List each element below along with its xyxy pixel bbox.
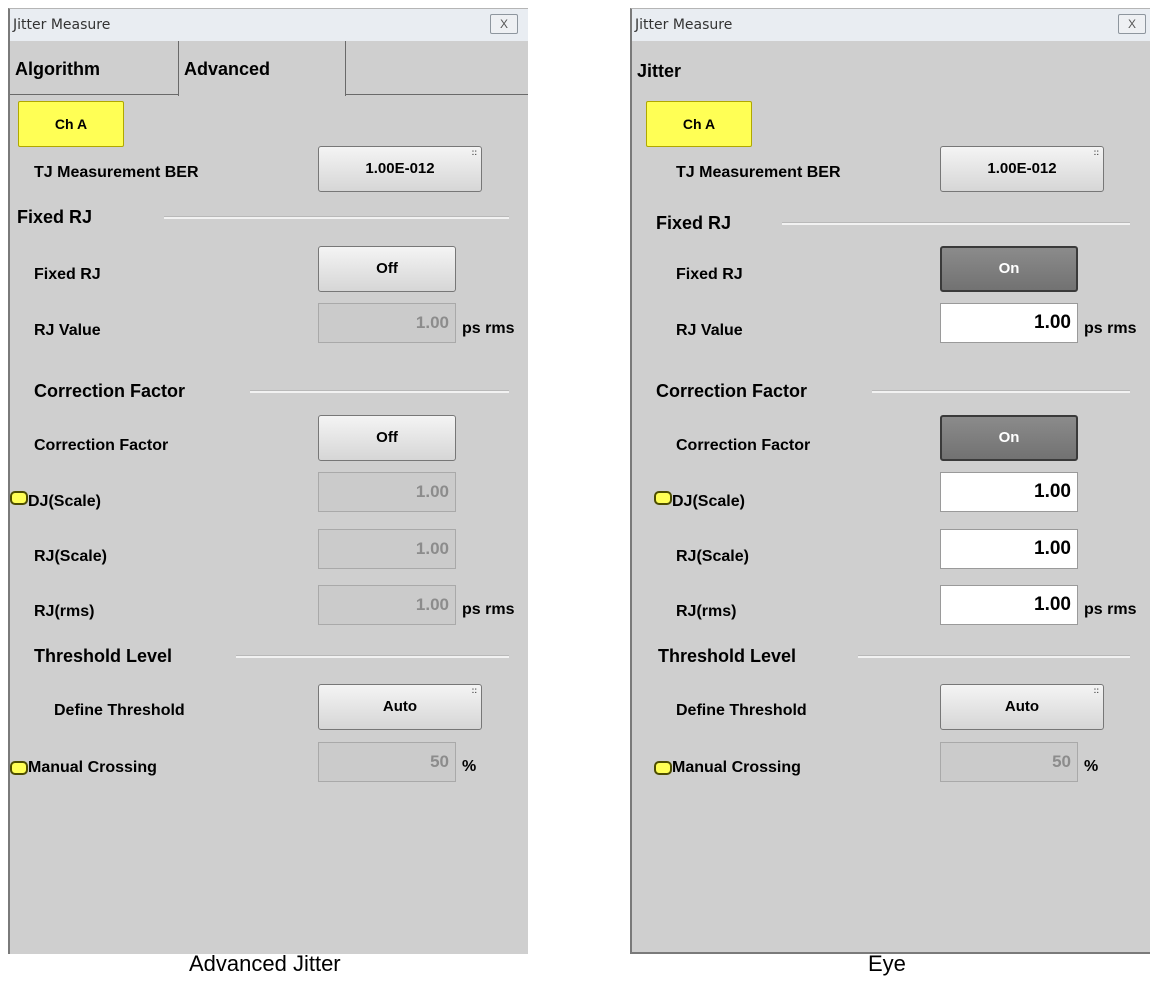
tj-ber-label: TJ Measurement BER: [676, 164, 841, 181]
menu-dots-icon: ::: [1093, 148, 1099, 157]
rj-scale-field: 1.00: [318, 529, 456, 569]
define-threshold-button[interactable]: Auto ::: [940, 684, 1104, 730]
rj-rms-field: 1.00: [318, 585, 456, 625]
correction-factor-section-title: Correction Factor: [34, 381, 186, 401]
menu-dots-icon: ::: [471, 148, 477, 157]
tj-ber-button[interactable]: 1.00E-012 ::: [940, 146, 1104, 192]
define-threshold-button[interactable]: Auto ::: [318, 684, 482, 730]
dj-scale-led-icon: [654, 491, 672, 505]
manual-crossing-label: Manual Crossing: [672, 759, 801, 776]
section-divider: [872, 390, 1130, 393]
rj-scale-label: RJ(Scale): [34, 548, 107, 565]
close-button[interactable]: X: [490, 14, 518, 34]
manual-crossing-field: 50: [318, 742, 456, 782]
tj-ber-label: TJ Measurement BER: [34, 164, 199, 181]
rj-rms-label: RJ(rms): [34, 603, 95, 620]
window-title: Jitter Measure: [13, 17, 111, 33]
close-icon: X: [499, 17, 508, 31]
fixed-rj-toggle[interactable]: On: [940, 246, 1078, 292]
tab-advanced[interactable]: Advanced: [178, 41, 346, 96]
manual-crossing-unit: %: [1084, 758, 1099, 775]
rj-rms-field[interactable]: 1.00: [940, 585, 1078, 625]
jitter-measure-window-advanced: Jitter Measure X Algorithm Advanced Ch A…: [8, 8, 528, 954]
jitter-measure-window-eye: Jitter Measure X Jitter Ch A TJ Measurem…: [630, 8, 1150, 954]
dj-scale-field: 1.00: [318, 472, 456, 512]
manual-crossing-led-icon: [654, 761, 672, 775]
rj-scale-label: RJ(Scale): [676, 548, 749, 565]
dj-scale-led-icon: [10, 491, 28, 505]
correction-factor-section-title: Correction Factor: [656, 381, 808, 401]
close-icon: X: [1127, 17, 1136, 31]
dj-scale-label: DJ(Scale): [28, 493, 101, 510]
rj-value-field[interactable]: 1.00: [940, 303, 1078, 343]
manual-crossing-led-icon: [10, 761, 28, 775]
fixed-rj-label: Fixed RJ: [34, 266, 101, 283]
section-divider: [164, 216, 509, 219]
section-divider: [236, 655, 509, 658]
fixed-rj-toggle[interactable]: Off: [318, 246, 456, 292]
rj-value-label: RJ Value: [34, 322, 101, 339]
tj-ber-button[interactable]: 1.00E-012 ::: [318, 146, 482, 192]
channel-a-button[interactable]: Ch A: [646, 101, 752, 147]
tj-ber-value: 1.00E-012: [365, 160, 435, 177]
correction-factor-label: Correction Factor: [34, 437, 169, 454]
rj-rms-unit: ps rms: [462, 601, 515, 618]
rj-value-label: RJ Value: [676, 322, 743, 339]
title-bar: Jitter Measure X: [10, 9, 528, 41]
channel-a-button[interactable]: Ch A: [18, 101, 124, 147]
rj-rms-unit: ps rms: [1084, 601, 1137, 618]
menu-dots-icon: ::: [471, 686, 477, 695]
window-title: Jitter Measure: [635, 17, 733, 33]
manual-crossing-label: Manual Crossing: [28, 759, 157, 776]
rj-value-field: 1.00: [318, 303, 456, 343]
section-divider: [858, 655, 1130, 658]
rj-value-unit: ps rms: [462, 320, 515, 337]
correction-factor-toggle[interactable]: Off: [318, 415, 456, 461]
panel-heading: Jitter: [637, 61, 682, 81]
manual-crossing-unit: %: [462, 758, 477, 775]
caption-left: Advanced Jitter: [189, 951, 341, 976]
caption-right: Eye: [868, 951, 906, 976]
define-threshold-label: Define Threshold: [676, 702, 807, 719]
menu-dots-icon: ::: [1093, 686, 1099, 695]
fixed-rj-section-title: Fixed RJ: [17, 207, 93, 227]
threshold-level-section-title: Threshold Level: [34, 646, 173, 666]
define-threshold-value: Auto: [1004, 698, 1040, 715]
dj-scale-field[interactable]: 1.00: [940, 472, 1078, 512]
close-button[interactable]: X: [1118, 14, 1146, 34]
rj-rms-label: RJ(rms): [676, 603, 737, 620]
threshold-level-section-title: Threshold Level: [658, 646, 797, 666]
dj-scale-label: DJ(Scale): [672, 493, 745, 510]
section-divider: [250, 390, 509, 393]
define-threshold-value: Auto: [382, 698, 418, 715]
tab-algorithm[interactable]: Algorithm: [10, 41, 178, 95]
title-bar: Jitter Measure X: [632, 9, 1150, 41]
manual-crossing-field: 50: [940, 742, 1078, 782]
section-divider: [782, 222, 1130, 225]
fixed-rj-section-title: Fixed RJ: [656, 213, 732, 233]
tj-ber-value: 1.00E-012: [987, 160, 1057, 177]
rj-value-unit: ps rms: [1084, 320, 1137, 337]
tab-bar: Algorithm Advanced: [10, 41, 528, 96]
correction-factor-toggle[interactable]: On: [940, 415, 1078, 461]
rj-scale-field[interactable]: 1.00: [940, 529, 1078, 569]
fixed-rj-label: Fixed RJ: [676, 266, 743, 283]
define-threshold-label: Define Threshold: [54, 702, 185, 719]
correction-factor-label: Correction Factor: [676, 437, 811, 454]
